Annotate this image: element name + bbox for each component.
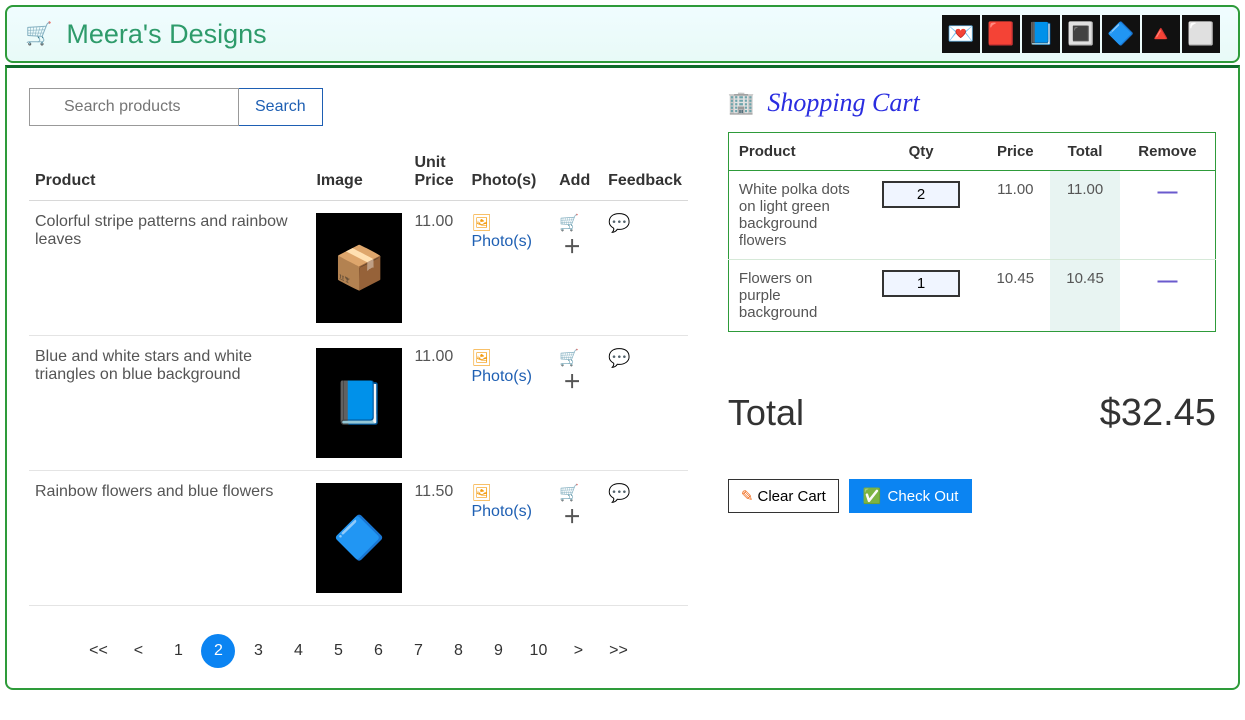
- product-image[interactable]: 📦: [316, 213, 402, 323]
- pager-page[interactable]: 4: [281, 634, 315, 668]
- cart-col-total: Total: [1050, 133, 1120, 171]
- feedback-icon[interactable]: 💬: [608, 483, 630, 503]
- pager-next[interactable]: >: [561, 634, 595, 668]
- photos-link[interactable]: 🖼Photo(s): [471, 350, 531, 385]
- pager-page[interactable]: 10: [521, 634, 555, 668]
- header-thumb[interactable]: 💌: [942, 15, 980, 53]
- feedback-icon[interactable]: 💬: [608, 348, 630, 368]
- header-thumbnails: 💌 🟥 📘 🔳 🔷 🔺 ⬜: [942, 15, 1220, 53]
- plus-icon[interactable]: ＋: [563, 507, 581, 527]
- pager-page[interactable]: 1: [161, 634, 195, 668]
- pager-page-current[interactable]: 2: [201, 634, 235, 668]
- pager-last[interactable]: >>: [601, 634, 635, 668]
- header-thumb[interactable]: 📘: [1022, 15, 1060, 53]
- search-input[interactable]: [29, 88, 239, 126]
- pager-page[interactable]: 6: [361, 634, 395, 668]
- col-feedback: Feedback: [602, 144, 688, 201]
- product-price: 11.50: [408, 471, 465, 606]
- cart-col-price: Price: [980, 133, 1050, 171]
- grand-total-row: Total $32.45: [728, 392, 1216, 435]
- picture-icon: 🖼: [471, 350, 491, 367]
- cart-col-product: Product: [728, 133, 861, 171]
- remove-icon[interactable]: —: [1157, 181, 1177, 203]
- col-photos: Photo(s): [465, 144, 553, 201]
- cart-buttons: ✎Clear Cart ✅Check Out: [728, 479, 1216, 513]
- cart-title: Shopping Cart: [767, 88, 919, 118]
- brand: 🛒 Meera's Designs: [25, 19, 267, 50]
- pager-page[interactable]: 8: [441, 634, 475, 668]
- product-price: 11.00: [408, 201, 465, 336]
- main-panel: 🔎 Search Product Image Unit Price Photo(…: [5, 65, 1240, 690]
- brand-title: Meera's Designs: [66, 19, 266, 50]
- pencil-icon: ✎: [741, 488, 754, 505]
- search-button[interactable]: Search: [238, 88, 323, 126]
- product-image[interactable]: 🔷: [316, 483, 402, 593]
- cart-col-remove: Remove: [1120, 133, 1216, 171]
- product-price: 11.00: [408, 336, 465, 471]
- col-add: Add: [553, 144, 602, 201]
- cart-item-name: Flowers on purple background: [728, 260, 861, 332]
- remove-icon[interactable]: —: [1157, 270, 1177, 292]
- cart-item-total: 11.00: [1050, 171, 1120, 260]
- header-thumb[interactable]: 🟥: [982, 15, 1020, 53]
- col-product: Product: [29, 144, 310, 201]
- photos-link[interactable]: 🖼Photo(s): [471, 485, 531, 520]
- product-name: Colorful stripe patterns and rainbow lea…: [29, 201, 310, 336]
- photos-link[interactable]: 🖼Photo(s): [471, 215, 531, 250]
- picture-icon: 🖼: [471, 215, 491, 232]
- header-thumb[interactable]: 🔳: [1062, 15, 1100, 53]
- checkout-button[interactable]: ✅Check Out: [849, 479, 973, 513]
- product-list-panel: 🔎 Search Product Image Unit Price Photo(…: [29, 88, 688, 668]
- cart-row: Flowers on purple background 10.45 10.45…: [728, 260, 1215, 332]
- products-table: Product Image Unit Price Photo(s) Add Fe…: [29, 144, 688, 606]
- cart-header: 🏢 Shopping Cart: [728, 88, 1216, 118]
- qty-input[interactable]: [882, 270, 960, 297]
- product-name: Blue and white stars and white triangles…: [29, 336, 310, 471]
- pager: << < 1 2 3 4 5 6 7 8 9 10 > >>: [29, 634, 688, 668]
- header-thumb[interactable]: 🔷: [1102, 15, 1140, 53]
- cart-item-total: 10.45: [1050, 260, 1120, 332]
- clear-cart-button[interactable]: ✎Clear Cart: [728, 479, 839, 513]
- cart-table: Product Qty Price Total Remove White pol…: [728, 132, 1216, 332]
- product-row: Rainbow flowers and blue flowers 🔷 11.50…: [29, 471, 688, 606]
- pager-page[interactable]: 3: [241, 634, 275, 668]
- pager-page[interactable]: 9: [481, 634, 515, 668]
- pager-page[interactable]: 5: [321, 634, 355, 668]
- product-row: Colorful stripe patterns and rainbow lea…: [29, 201, 688, 336]
- cart-row: White polka dots on light green backgrou…: [728, 171, 1215, 260]
- cart-item-price: 11.00: [980, 171, 1050, 260]
- feedback-icon[interactable]: 💬: [608, 213, 630, 233]
- product-image[interactable]: 📘: [316, 348, 402, 458]
- picture-icon: 🖼: [471, 485, 491, 502]
- total-amount: $32.45: [1100, 392, 1216, 435]
- pager-prev[interactable]: <: [121, 634, 155, 668]
- cart-item-name: White polka dots on light green backgrou…: [728, 171, 861, 260]
- add-to-cart-icon[interactable]: 🛒: [559, 350, 579, 367]
- col-image: Image: [310, 144, 408, 201]
- cart-col-qty: Qty: [862, 133, 981, 171]
- pager-first[interactable]: <<: [81, 634, 115, 668]
- add-to-cart-icon[interactable]: 🛒: [559, 485, 579, 502]
- plus-icon[interactable]: ＋: [563, 237, 581, 257]
- building-icon: 🏢: [728, 90, 755, 116]
- pager-page[interactable]: 7: [401, 634, 435, 668]
- check-icon: ✅: [863, 488, 882, 505]
- plus-icon[interactable]: ＋: [563, 372, 581, 392]
- header-thumb[interactable]: 🔺: [1142, 15, 1180, 53]
- col-unit-price: Unit Price: [408, 144, 465, 201]
- cart-item-price: 10.45: [980, 260, 1050, 332]
- search-row: 🔎 Search: [29, 88, 688, 126]
- header-bar: 🛒 Meera's Designs 💌 🟥 📘 🔳 🔷 🔺 ⬜: [5, 5, 1240, 63]
- product-row: Blue and white stars and white triangles…: [29, 336, 688, 471]
- add-to-cart-icon[interactable]: 🛒: [559, 215, 579, 232]
- cart-panel: 🏢 Shopping Cart Product Qty Price Total …: [728, 88, 1216, 668]
- total-label: Total: [728, 392, 804, 434]
- qty-input[interactable]: [882, 181, 960, 208]
- cart-icon: 🛒: [25, 21, 52, 47]
- product-name: Rainbow flowers and blue flowers: [29, 471, 310, 606]
- header-thumb[interactable]: ⬜: [1182, 15, 1220, 53]
